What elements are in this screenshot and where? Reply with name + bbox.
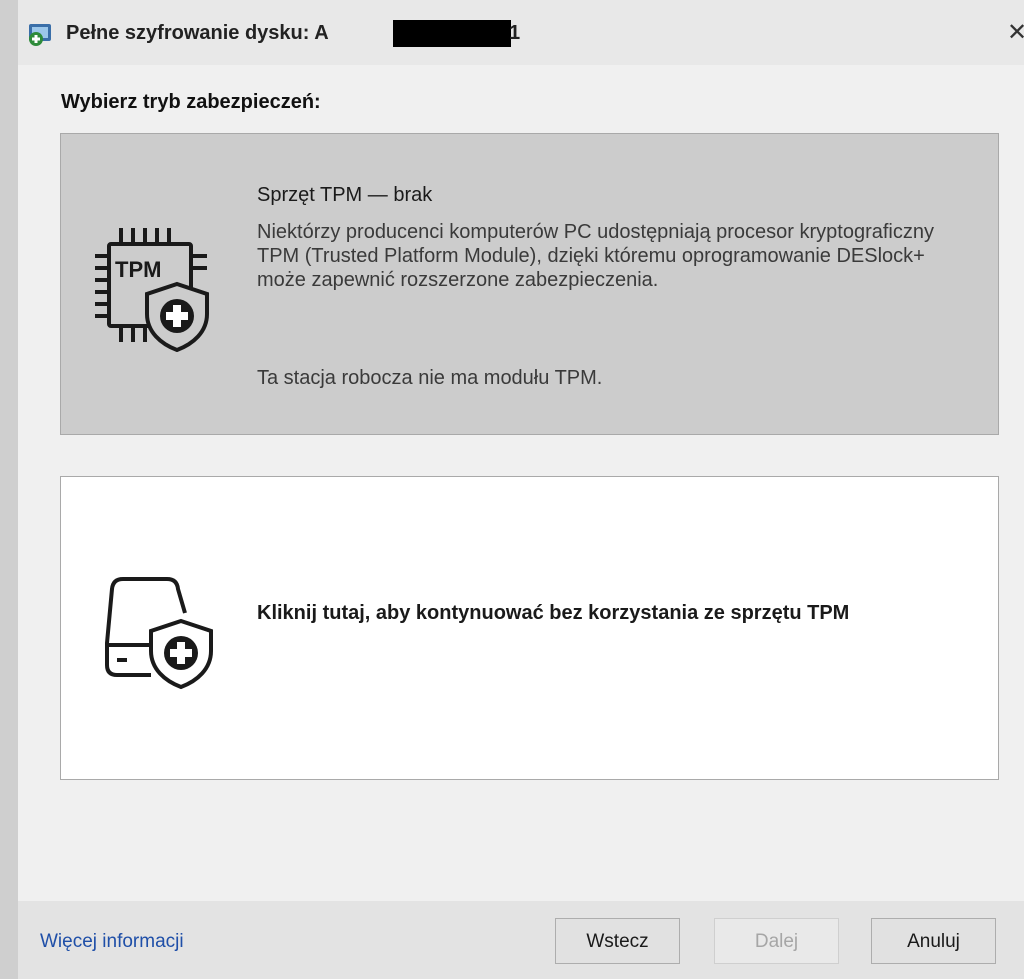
window-title: Pełne szyfrowanie dysku: A	[66, 22, 329, 44]
drive-shield-icon	[105, 577, 213, 690]
dialog-footer: Więcej informacji Wstecz Dalej Anuluj	[18, 901, 1024, 979]
dialog-window: Pełne szyfrowanie dysku: A 1 ✕ Wybierz t…	[18, 0, 1024, 979]
tpm-hardware-option[interactable]: TPM Sprzęt TPM — brak Niektórzy producen…	[60, 133, 999, 435]
page-title: Wybierz tryb zabezpieczeń:	[61, 91, 321, 113]
back-button[interactable]: Wstecz	[555, 918, 680, 964]
window-title-suffix: 1	[509, 22, 521, 44]
app-icon	[29, 24, 51, 46]
background-window-edge	[0, 0, 18, 979]
tpm-icon-label: TPM	[115, 257, 161, 282]
next-button[interactable]: Dalej	[714, 918, 839, 964]
no-tpm-option[interactable]: Kliknij tutaj, aby kontynuować bez korzy…	[60, 476, 999, 780]
title-bar[interactable]: Pełne szyfrowanie dysku: A 1 ✕	[18, 0, 1024, 65]
no-tpm-option-label: Kliknij tutaj, aby kontynuować bez korzy…	[257, 602, 850, 624]
close-button[interactable]: ✕	[1001, 14, 1024, 52]
tpm-chip-shield-icon: TPM	[95, 228, 209, 352]
more-info-link[interactable]: Więcej informacji	[40, 931, 184, 953]
tpm-option-heading: Sprzęt TPM — brak	[257, 184, 433, 206]
cancel-button[interactable]: Anuluj	[871, 918, 996, 964]
dialog-content: Wybierz tryb zabezpieczeń: TPM Sprzęt TP…	[18, 65, 1024, 901]
tpm-option-description: Niektórzy producenci komputerów PC udost…	[257, 221, 934, 291]
tpm-option-status: Ta stacja robocza nie ma modułu TPM.	[257, 367, 603, 389]
close-icon: ✕	[1007, 19, 1024, 46]
redacted-region	[393, 20, 511, 47]
